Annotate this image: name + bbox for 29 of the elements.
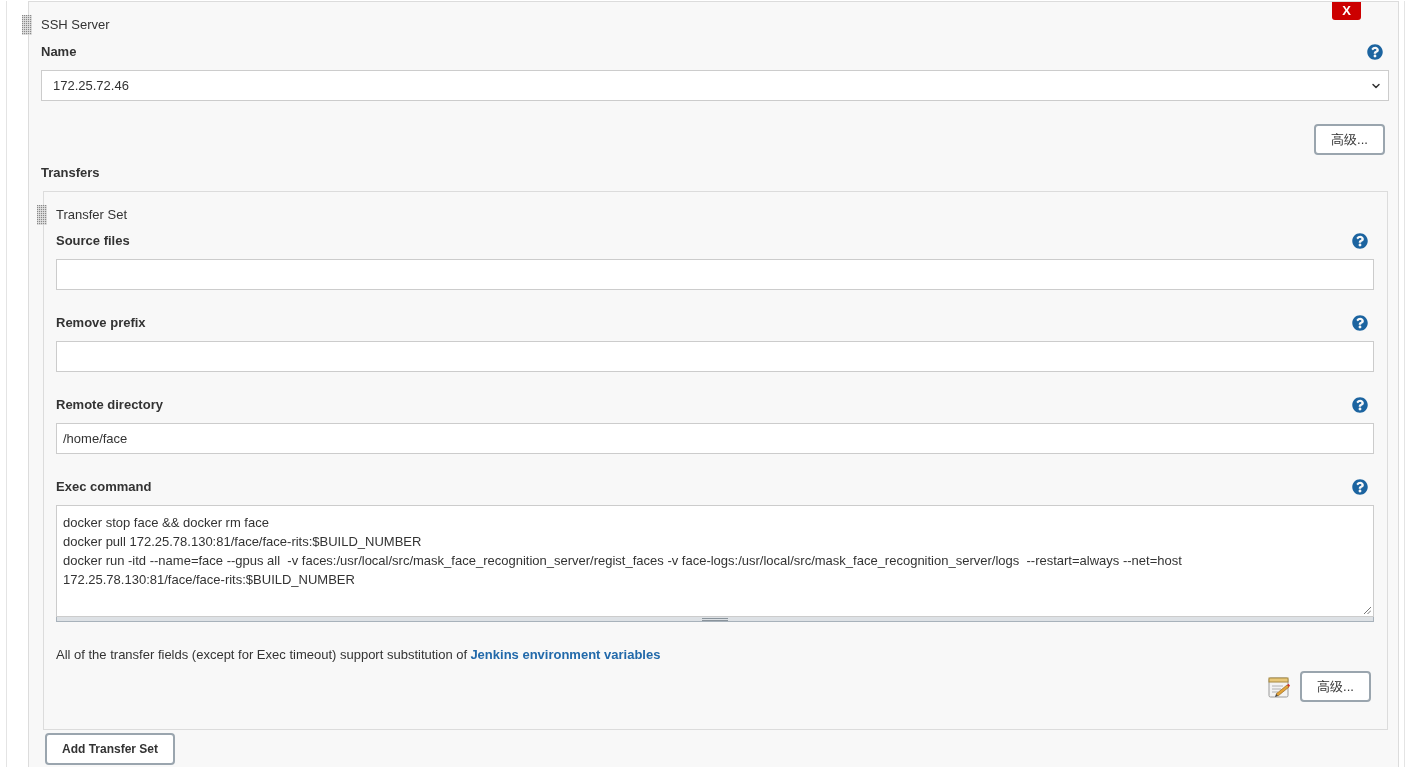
advanced-button[interactable]: 高级... [1314, 124, 1385, 155]
drag-handle-icon[interactable] [22, 15, 32, 35]
resize-corner-icon[interactable] [1363, 606, 1371, 614]
field-label: Exec command [56, 478, 152, 497]
add-transfer-set-button[interactable]: Add Transfer Set [45, 733, 175, 765]
field-label: Source files [56, 232, 130, 251]
field-label: Remove prefix [56, 314, 146, 333]
delete-button[interactable]: X [1332, 2, 1361, 20]
grip-lines-icon[interactable] [702, 617, 728, 621]
command-textarea[interactable]: docker stop face && docker rm face docker pull 172.25.78.130:81/face/face-rits:$BUILD_NUMBER docker run -itd --name=face --gpus all -v faces:/usr/local/src/mask_face_recognition_server/regist_faces -v face-logs:/usr/local/src/mask_face_recognition_server/logs --restart=always --net=host 172.25.78.130:81/face/face-rits:$BUILD_NUMBER [56, 505, 1374, 617]
section-title: SSH Server [41, 16, 110, 35]
transfers-label: Transfers [41, 164, 100, 183]
text-input[interactable] [56, 259, 1374, 290]
text-input[interactable]: /home/face [56, 423, 1374, 454]
drag-handle-icon[interactable] [37, 205, 47, 225]
help-icon[interactable] [1352, 315, 1368, 331]
notepad-pencil-icon[interactable] [1268, 675, 1290, 698]
field-label: Name [41, 43, 77, 62]
transfer-set-title: Transfer Set [56, 206, 128, 225]
help-icon[interactable] [1367, 44, 1383, 60]
help-icon[interactable] [1352, 479, 1368, 495]
text-input[interactable] [56, 341, 1374, 372]
field-label: Remote directory [56, 396, 163, 415]
advanced-button[interactable]: 高级... [1300, 671, 1371, 702]
server-select[interactable]: 172.25.72.46 [41, 70, 1389, 101]
substitution-note: All of the transfer fields (except for Exec timeout) support substitution of Jenkins environment variables [56, 646, 661, 665]
environment-variables-link[interactable]: Jenkins environment variables [470, 647, 661, 663]
help-icon[interactable] [1352, 397, 1368, 413]
help-icon[interactable] [1352, 233, 1368, 249]
